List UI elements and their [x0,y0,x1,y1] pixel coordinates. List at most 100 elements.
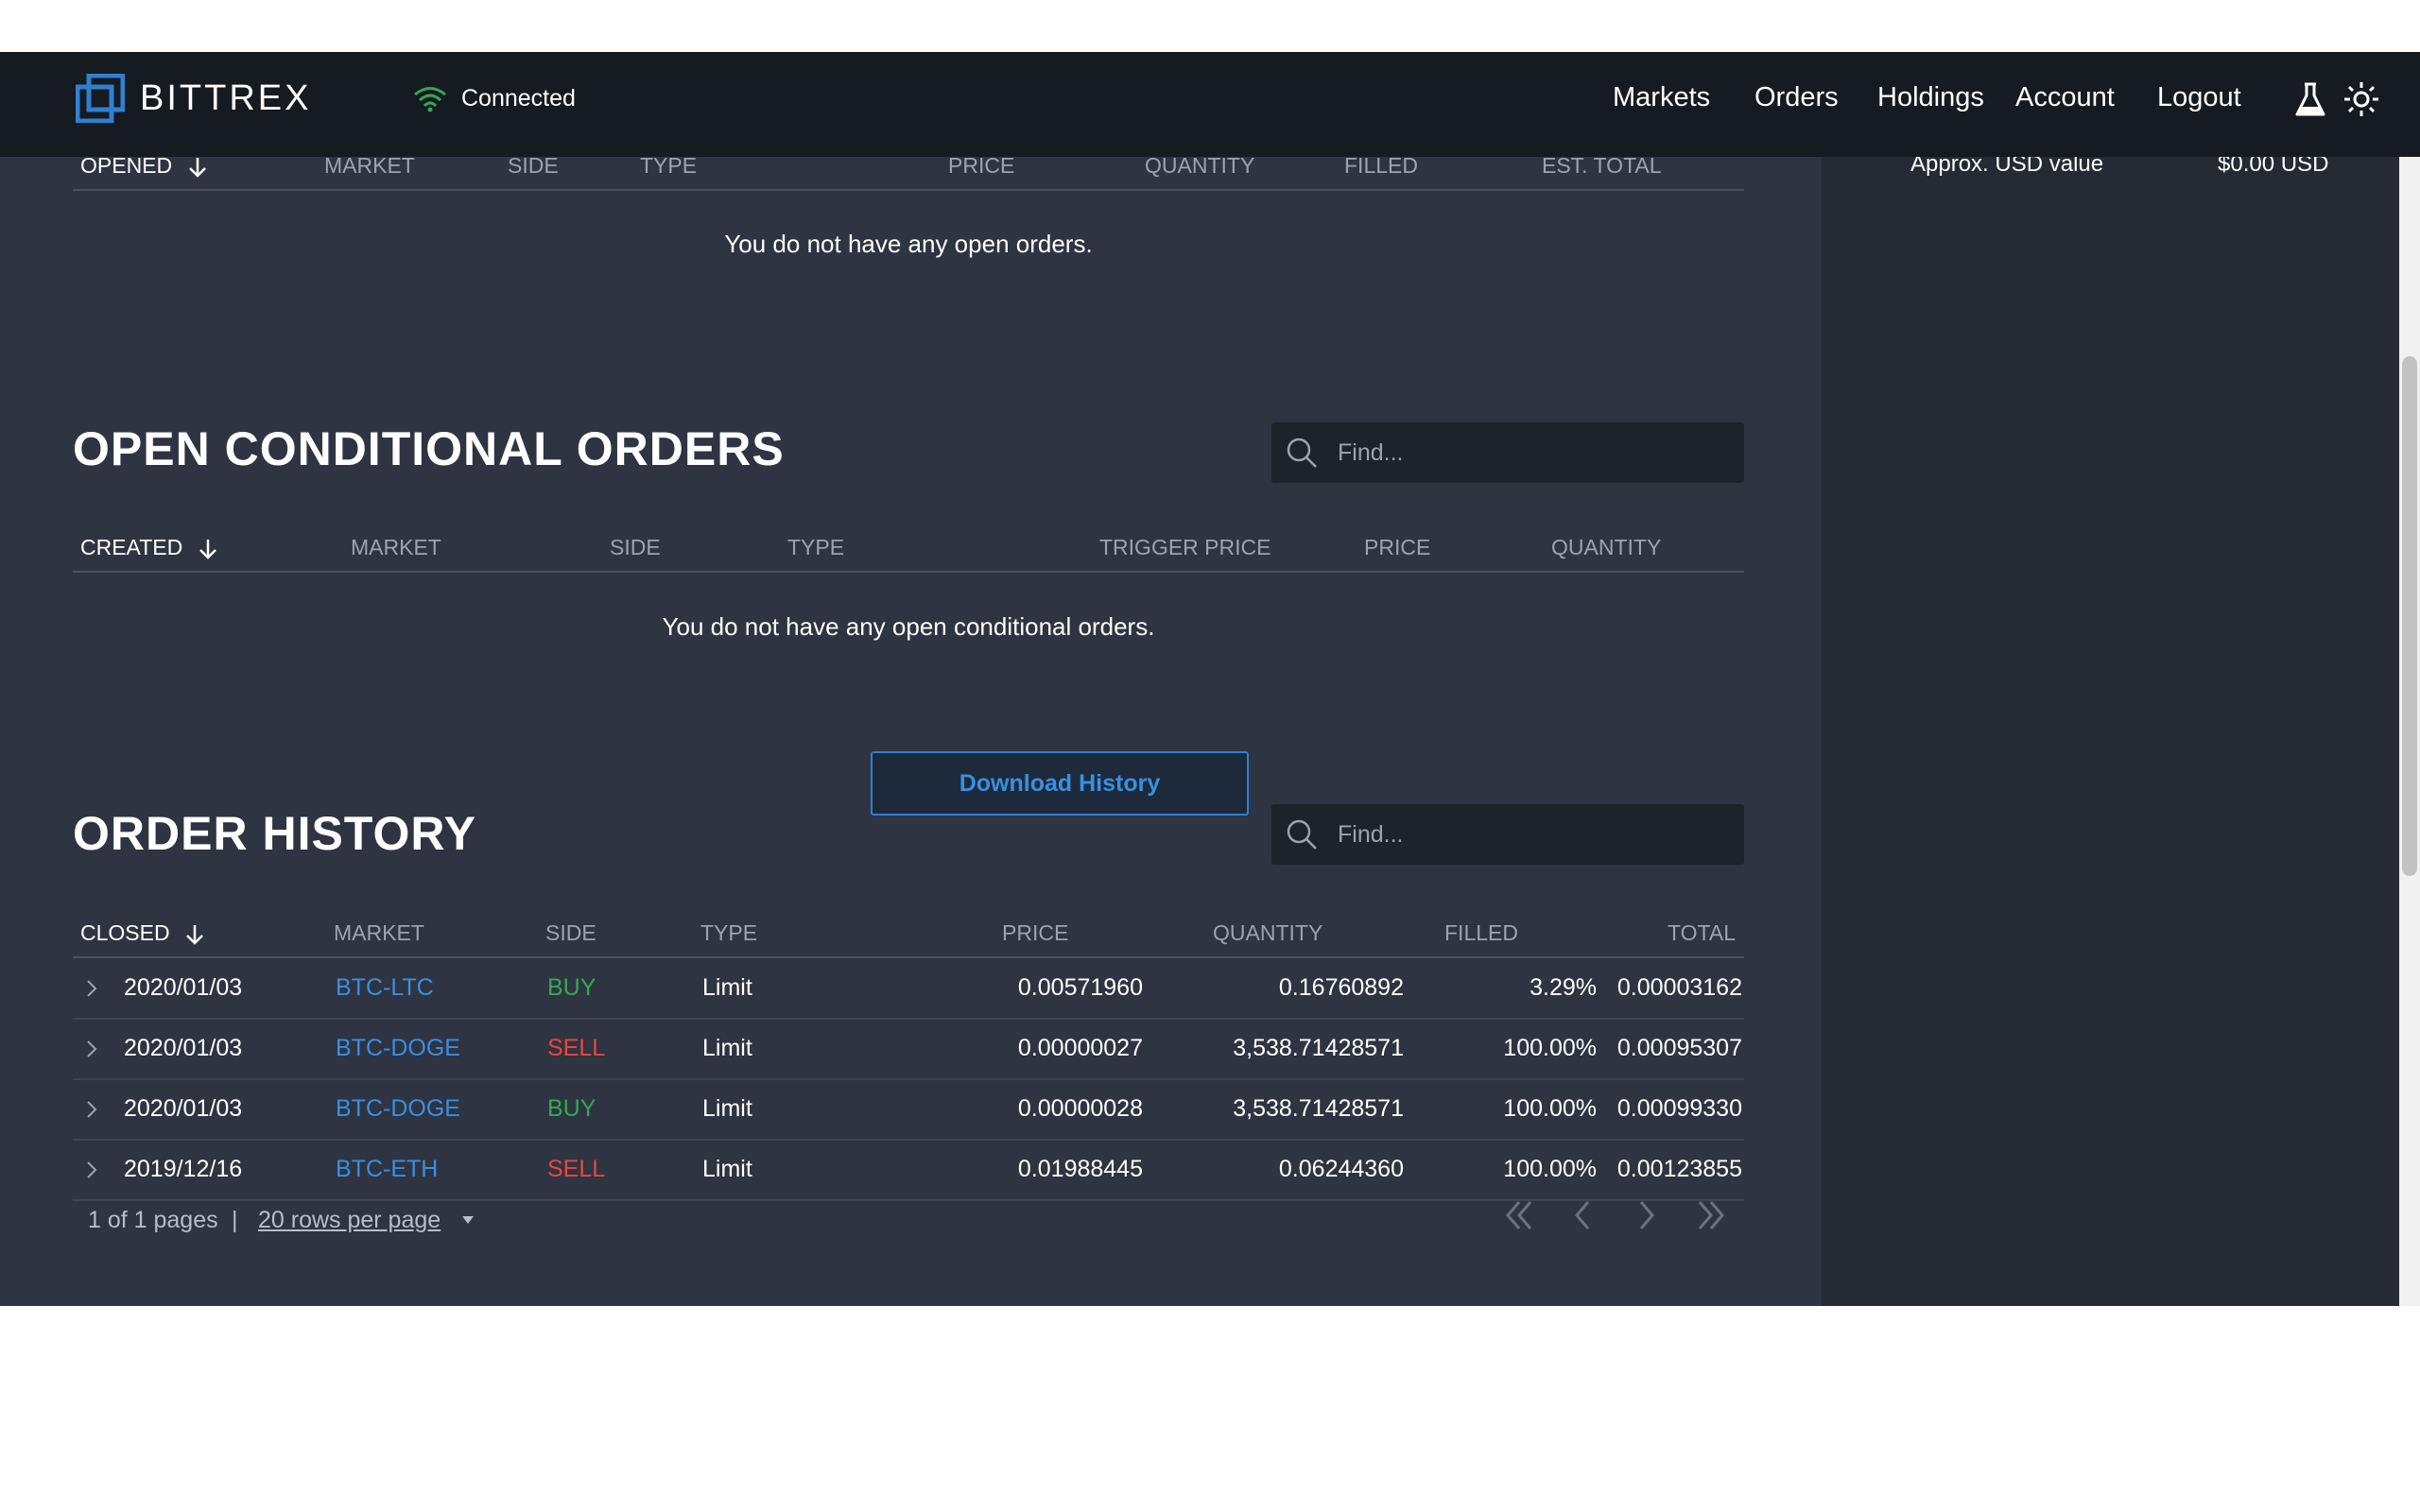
theme-sun-icon[interactable] [2342,80,2380,118]
nav-markets[interactable]: Markets [1613,82,1710,113]
order-history-search-input[interactable] [1338,820,1716,849]
col-market[interactable]: MARKET [334,920,424,946]
arrow-down-icon [188,157,206,178]
market-link[interactable]: BTC-ETH [336,1156,438,1183]
nav-account[interactable]: Account [2015,82,2115,113]
total-value: 0.00123855 [1616,1156,1742,1182]
col-closed[interactable]: CLOSED [80,920,206,947]
col-est-total[interactable]: EST. TOTAL [1542,153,1662,179]
nav-logout[interactable]: Logout [2157,82,2241,113]
scrollbar-thumb[interactable] [2402,356,2417,876]
arrow-down-icon [199,539,216,559]
open-orders-empty-message: You do not have any open orders. [724,230,1093,258]
type-value: Limit [702,1095,752,1122]
pager-separator: | [232,1207,238,1233]
closed-date: 2019/12/16 [124,1156,243,1182]
closed-date: 2020/01/03 [124,1035,243,1061]
col-type[interactable]: TYPE [787,535,844,560]
nav-orders[interactable]: Orders [1754,82,1839,113]
brand-logo[interactable]: BITTREX [76,74,311,123]
page-info: 1 of 1 pages [88,1207,218,1233]
col-quantity[interactable]: QUANTITY [1213,920,1322,946]
market-link[interactable]: BTC-DOGE [336,1095,460,1123]
quantity-value: 3,538.71428571 [1233,1095,1404,1122]
conditional-orders-title: OPEN CONDITIONAL ORDERS [73,422,785,475]
col-side[interactable]: SIDE [610,535,661,560]
col-price[interactable]: PRICE [1002,920,1068,946]
col-price[interactable]: PRICE [1364,535,1430,560]
col-side[interactable]: SIDE [545,920,596,946]
order-history-table-header: CLOSED MARKET SIDE TYPE PRICE QUANTITY F… [73,917,1744,958]
total-value: 0.00099330 [1616,1095,1742,1122]
table-row[interactable]: 2019/12/16 BTC-ETH SELL Limit 0.01988445… [73,1141,1744,1201]
col-total[interactable]: TOTAL [1668,920,1736,946]
conditional-orders-empty-message: You do not have any open conditional ord… [662,612,1155,641]
col-closed-label: CLOSED [80,920,170,945]
previous-page-icon[interactable] [1562,1193,1603,1238]
quantity-value: 0.16760892 [1278,974,1404,1001]
arrow-down-icon [186,924,203,945]
chevron-right-icon[interactable] [82,1097,101,1122]
filled-value: 3.29% [1530,974,1597,1001]
price-value: 0.00000027 [1017,1035,1143,1061]
chevron-right-icon[interactable] [82,1037,101,1061]
rows-per-page-select[interactable]: 20 rows per page [258,1207,441,1234]
download-history-button[interactable]: Download History [871,751,1249,816]
lab-flask-icon[interactable] [2291,80,2329,118]
brand-name: BITTREX [140,77,312,118]
total-value: 0.00003162 [1616,974,1742,1001]
conditional-orders-search[interactable] [1271,422,1744,483]
filled-value: 100.00% [1503,1035,1597,1061]
filled-value: 100.00% [1503,1156,1597,1182]
first-page-icon[interactable] [1498,1193,1540,1238]
col-created-label: CREATED [80,535,183,559]
balance-side-panel [1822,52,2399,1306]
col-quantity[interactable]: QUANTITY [1145,153,1254,179]
col-type[interactable]: TYPE [700,920,757,946]
bittrex-logo-icon [76,74,125,123]
quantity-value: 0.06244360 [1278,1156,1404,1182]
nav-holdings[interactable]: Holdings [1877,82,1984,113]
last-page-icon[interactable] [1690,1193,1732,1238]
col-quantity[interactable]: QUANTITY [1551,535,1661,560]
order-history-title: ORDER HISTORY [73,807,476,860]
type-value: Limit [702,1156,752,1182]
market-link[interactable]: BTC-LTC [336,974,434,1002]
chevron-right-icon[interactable] [82,976,101,1001]
side-value: BUY [547,974,596,1001]
side-value: BUY [547,1095,596,1122]
col-opened[interactable]: OPENED [80,153,209,180]
table-row[interactable]: 2020/01/03 BTC-DOGE BUY Limit 0.00000028… [73,1080,1744,1141]
conditional-orders-table-header: CREATED MARKET SIDE TYPE TRIGGER PRICE P… [73,531,1744,573]
price-value: 0.00571960 [1017,974,1143,1001]
col-filled[interactable]: FILLED [1344,153,1418,179]
col-price[interactable]: PRICE [948,153,1014,179]
total-value: 0.00095307 [1616,1035,1742,1061]
col-market[interactable]: MARKET [351,535,441,560]
col-type[interactable]: TYPE [640,153,697,179]
next-page-icon[interactable] [1626,1193,1668,1238]
order-history-search[interactable] [1271,804,1744,865]
page-scrollbar[interactable] [2399,52,2420,1306]
filled-value: 100.00% [1503,1095,1597,1122]
market-link[interactable]: BTC-DOGE [336,1035,460,1062]
type-value: Limit [702,1035,752,1061]
connection-status: Connected [412,84,576,112]
conditional-orders-search-input[interactable] [1338,438,1716,467]
search-icon [1287,438,1317,468]
chevron-right-icon[interactable] [82,1158,101,1182]
table-row[interactable]: 2020/01/03 BTC-DOGE SELL Limit 0.0000002… [73,1020,1744,1080]
table-row[interactable]: 2020/01/03 BTC-LTC BUY Limit 0.00571960 … [73,959,1744,1020]
col-market[interactable]: MARKET [324,153,415,179]
col-created[interactable]: CREATED [80,535,219,561]
side-value: SELL [547,1035,606,1061]
connection-status-text: Connected [461,84,576,112]
col-side[interactable]: SIDE [508,153,559,179]
col-trigger-price[interactable]: TRIGGER PRICE [1099,535,1270,560]
type-value: Limit [702,974,752,1001]
price-value: 0.00000028 [1017,1095,1143,1122]
col-filled[interactable]: FILLED [1444,920,1518,946]
side-value: SELL [547,1156,606,1182]
caret-down-icon[interactable] [461,1214,475,1226]
closed-date: 2020/01/03 [124,1095,243,1122]
